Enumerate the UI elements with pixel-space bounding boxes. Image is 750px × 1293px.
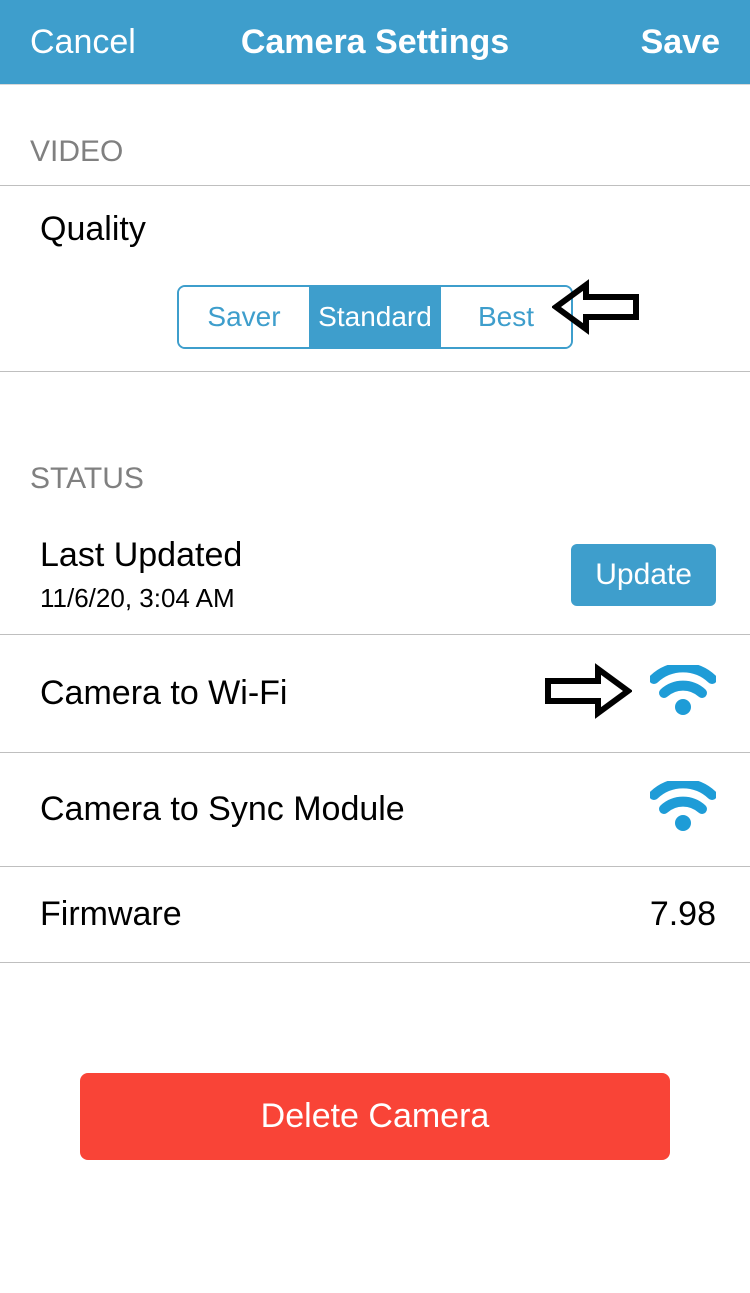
firmware-label: Firmware xyxy=(40,895,182,934)
status-list: Last Updated 11/6/20, 3:04 AM Update Cam… xyxy=(0,516,750,963)
camera-wifi-label: Camera to Wi-Fi xyxy=(40,674,287,713)
wifi-signal-icon xyxy=(650,781,716,838)
save-button[interactable]: Save xyxy=(641,23,720,62)
page-title: Camera Settings xyxy=(241,23,509,62)
quality-segmented-control[interactable]: Saver Standard Best xyxy=(177,285,573,349)
delete-camera-button[interactable]: Delete Camera xyxy=(80,1073,670,1160)
video-section-header: VIDEO xyxy=(0,85,750,186)
wifi-signal-icon xyxy=(650,665,716,722)
firmware-row: Firmware 7.98 xyxy=(0,867,750,963)
quality-option-saver[interactable]: Saver xyxy=(179,287,309,347)
last-updated-time: 11/6/20, 3:04 AM xyxy=(40,583,242,614)
camera-sync-row: Camera to Sync Module xyxy=(0,753,750,867)
cancel-button[interactable]: Cancel xyxy=(30,23,136,62)
quality-row: Quality Saver Standard Best xyxy=(0,186,750,372)
update-button[interactable]: Update xyxy=(571,544,716,606)
camera-wifi-row: Camera to Wi-Fi xyxy=(0,635,750,753)
quality-option-standard[interactable]: Standard xyxy=(309,287,440,347)
last-updated-label: Last Updated xyxy=(40,536,242,575)
camera-sync-label: Camera to Sync Module xyxy=(40,790,405,829)
firmware-value: 7.98 xyxy=(650,895,716,934)
arrow-left-annotation-icon xyxy=(552,277,640,342)
quality-label: Quality xyxy=(40,210,710,249)
arrow-right-annotation-icon xyxy=(544,663,632,724)
navigation-bar: Cancel Camera Settings Save xyxy=(0,0,750,85)
status-section-header: STATUS xyxy=(0,372,750,516)
last-updated-row: Last Updated 11/6/20, 3:04 AM Update xyxy=(0,516,750,635)
